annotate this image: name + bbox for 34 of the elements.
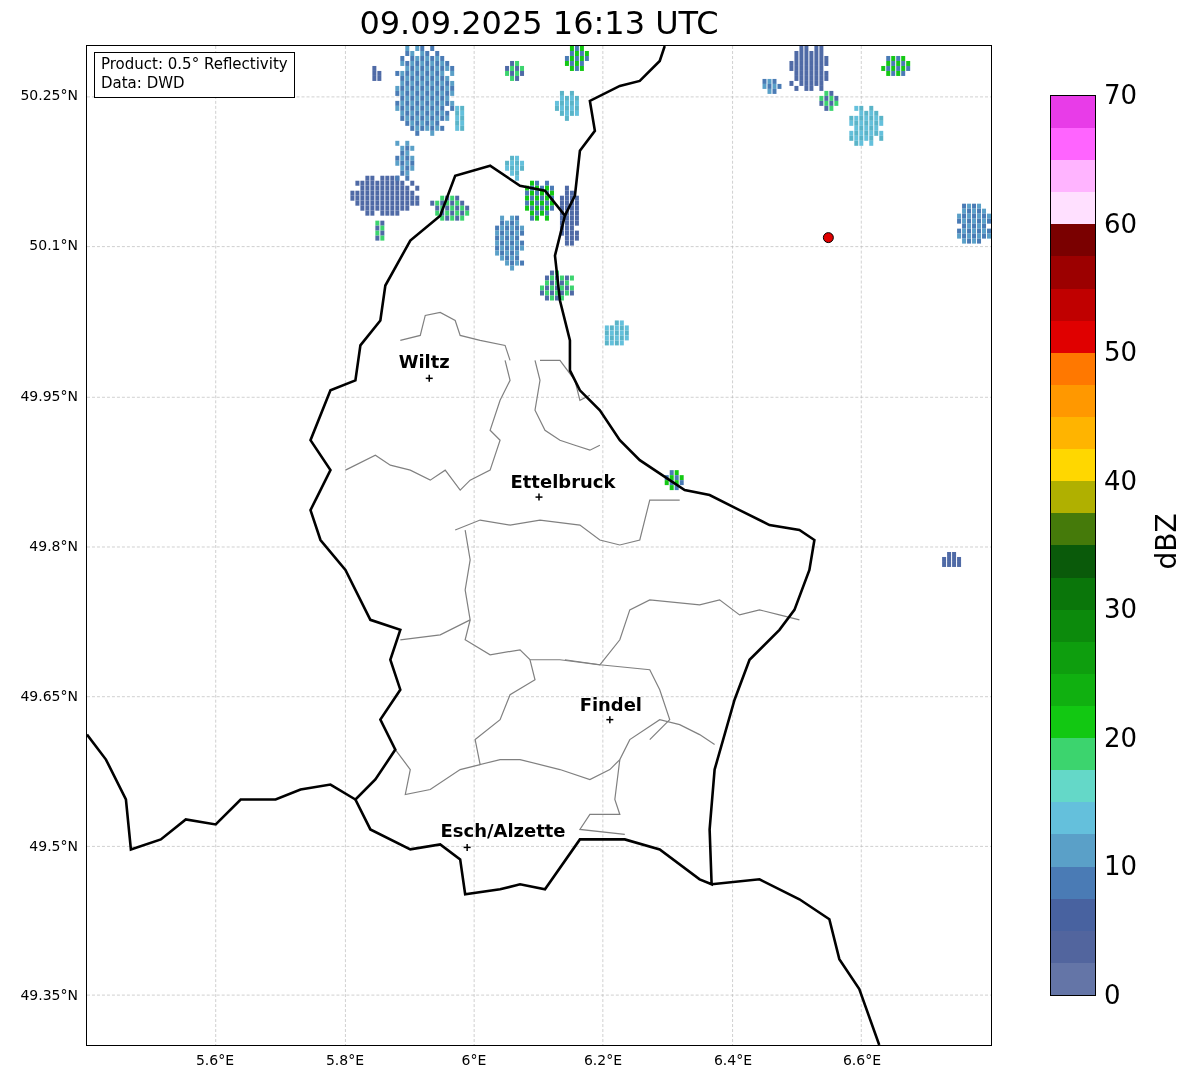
latitude-label: 49.95°N xyxy=(20,388,78,404)
colorbar-tick-label: 20 xyxy=(1104,722,1138,753)
colorbar-tick-label: 50 xyxy=(1104,337,1138,368)
city-label: Wiltz xyxy=(398,351,450,373)
colorbar-tick-label: 70 xyxy=(1104,80,1138,110)
legend-text: Product: 0.5° Reflectivity xyxy=(101,55,288,74)
legend-text: Data: DWD xyxy=(101,74,186,93)
city-label: Esch/Alzette xyxy=(440,820,566,842)
latitude-label: 50.1°N xyxy=(29,237,78,253)
colorbar-tick-label: 0 xyxy=(1104,980,1121,1010)
latitude-label: 49.35°N xyxy=(20,987,78,1003)
city-marker-icon xyxy=(534,492,544,502)
longitude-label: 6°E xyxy=(461,1052,487,1068)
map-title: 09.09.2025 16:13 UTC xyxy=(359,3,719,42)
colorbar-tick-label: 40 xyxy=(1104,465,1138,496)
latitude-label: 49.8°N xyxy=(29,538,78,554)
longitude-label: 6.6°E xyxy=(842,1052,882,1068)
colorbar-tick-label: 10 xyxy=(1104,851,1138,882)
longitude-label: 6.2°E xyxy=(583,1052,623,1068)
city-label: Ettelbruck xyxy=(510,471,616,493)
location-marker-icon xyxy=(822,232,834,244)
colorbar-tick-label: 30 xyxy=(1104,594,1138,625)
latitude-label: 49.65°N xyxy=(20,688,78,704)
city-marker-icon xyxy=(425,374,434,383)
latitude-label: 50.25°N xyxy=(20,87,78,103)
colorbar-tick-label: 60 xyxy=(1104,208,1138,239)
longitude-label: 5.8°E xyxy=(325,1052,365,1068)
longitude-label: 5.6°E xyxy=(195,1052,235,1068)
latitude-label: 49.5°N xyxy=(29,838,78,854)
city-label: Findel xyxy=(579,693,643,715)
colorbar-label: dBZ xyxy=(1149,513,1183,570)
city-marker-icon xyxy=(605,715,615,724)
city-marker-icon xyxy=(462,843,472,852)
longitude-label: 6.4°E xyxy=(713,1052,753,1068)
